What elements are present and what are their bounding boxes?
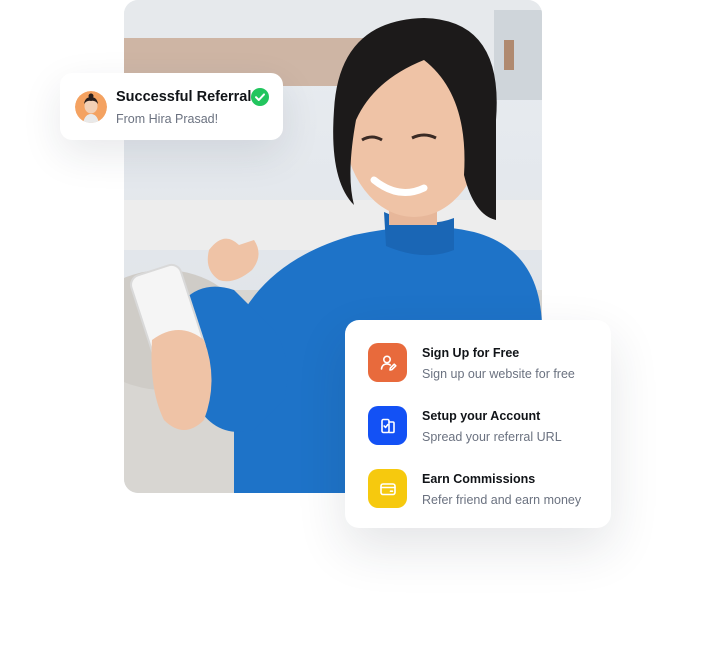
referral-notification-card: Successful Referral From Hira Prasad! [60,73,283,140]
step-subtitle: Refer friend and earn money [422,493,582,507]
wallet-icon [368,469,407,508]
step-title: Setup your Account [422,409,541,423]
step-title: Sign Up for Free [422,346,520,360]
step-earn-commissions[interactable]: Earn Commissions Refer friend and earn m… [368,469,608,509]
referral-title: Successful Referral [116,89,252,105]
referral-subtitle: From Hira Prasad! [116,112,219,126]
step-sign-up[interactable]: Sign Up for Free Sign up our website for… [368,343,608,383]
avatar [75,91,107,123]
check-circle-icon [251,88,269,106]
referral-steps-card: Sign Up for Free Sign up our website for… [345,320,611,528]
step-subtitle: Sign up our website for free [422,367,575,381]
user-edit-icon [368,343,407,382]
clipboard-check-icon [368,406,407,445]
step-subtitle: Spread your referral URL [422,430,562,444]
step-setup-account[interactable]: Setup your Account Spread your referral … [368,406,608,446]
step-title: Earn Commissions [422,472,536,486]
